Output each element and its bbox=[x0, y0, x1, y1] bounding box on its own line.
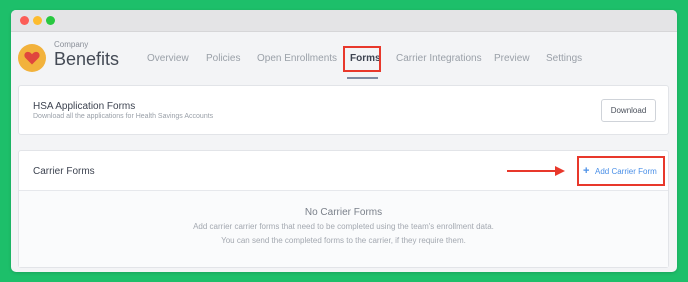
tab-preview[interactable]: Preview bbox=[494, 53, 530, 64]
hsa-forms-card: HSA Application Forms Download all the a… bbox=[18, 85, 669, 135]
hsa-forms-subtitle: Download all the applications for Health… bbox=[33, 113, 214, 120]
forms-tab-highlight-box bbox=[343, 46, 381, 72]
plus-icon: + bbox=[583, 165, 590, 177]
empty-state-title: No Carrier Forms bbox=[304, 207, 383, 218]
add-carrier-form-label: Add Carrier Form bbox=[595, 167, 657, 176]
hsa-forms-title: HSA Application Forms bbox=[33, 101, 136, 112]
empty-state-description: Add carrier carrier forms that need to b… bbox=[193, 222, 494, 231]
carrier-forms-header: Carrier Forms + Add Carrier Form bbox=[19, 151, 668, 191]
minimize-window-icon[interactable] bbox=[33, 16, 42, 25]
tab-carrier-integrations[interactable]: Carrier Integrations bbox=[396, 53, 482, 64]
arrow-right-icon bbox=[507, 166, 565, 176]
tab-open-enrollments[interactable]: Open Enrollments bbox=[257, 53, 337, 64]
carrier-forms-card: Carrier Forms + Add Carrier Form No Carr… bbox=[18, 150, 669, 268]
tab-policies[interactable]: Policies bbox=[206, 53, 240, 64]
page-header: Company Benefits Overview Policies Open … bbox=[11, 32, 677, 90]
close-window-icon[interactable] bbox=[20, 16, 29, 25]
tab-settings[interactable]: Settings bbox=[546, 53, 582, 64]
download-button[interactable]: Download bbox=[601, 99, 656, 122]
add-carrier-form-button[interactable]: + Add Carrier Form bbox=[577, 156, 665, 186]
active-tab-underline bbox=[347, 77, 378, 79]
maximize-window-icon[interactable] bbox=[46, 16, 55, 25]
tab-navigation: Overview Policies Open Enrollments Forms… bbox=[11, 32, 677, 90]
tab-overview[interactable]: Overview bbox=[147, 53, 189, 64]
app-window: Company Benefits Overview Policies Open … bbox=[11, 10, 677, 272]
window-titlebar bbox=[11, 10, 677, 32]
empty-state-description-2: You can send the completed forms to the … bbox=[221, 236, 466, 245]
carrier-forms-title: Carrier Forms bbox=[33, 166, 95, 177]
empty-state: No Carrier Forms Add carrier carrier for… bbox=[19, 191, 668, 267]
